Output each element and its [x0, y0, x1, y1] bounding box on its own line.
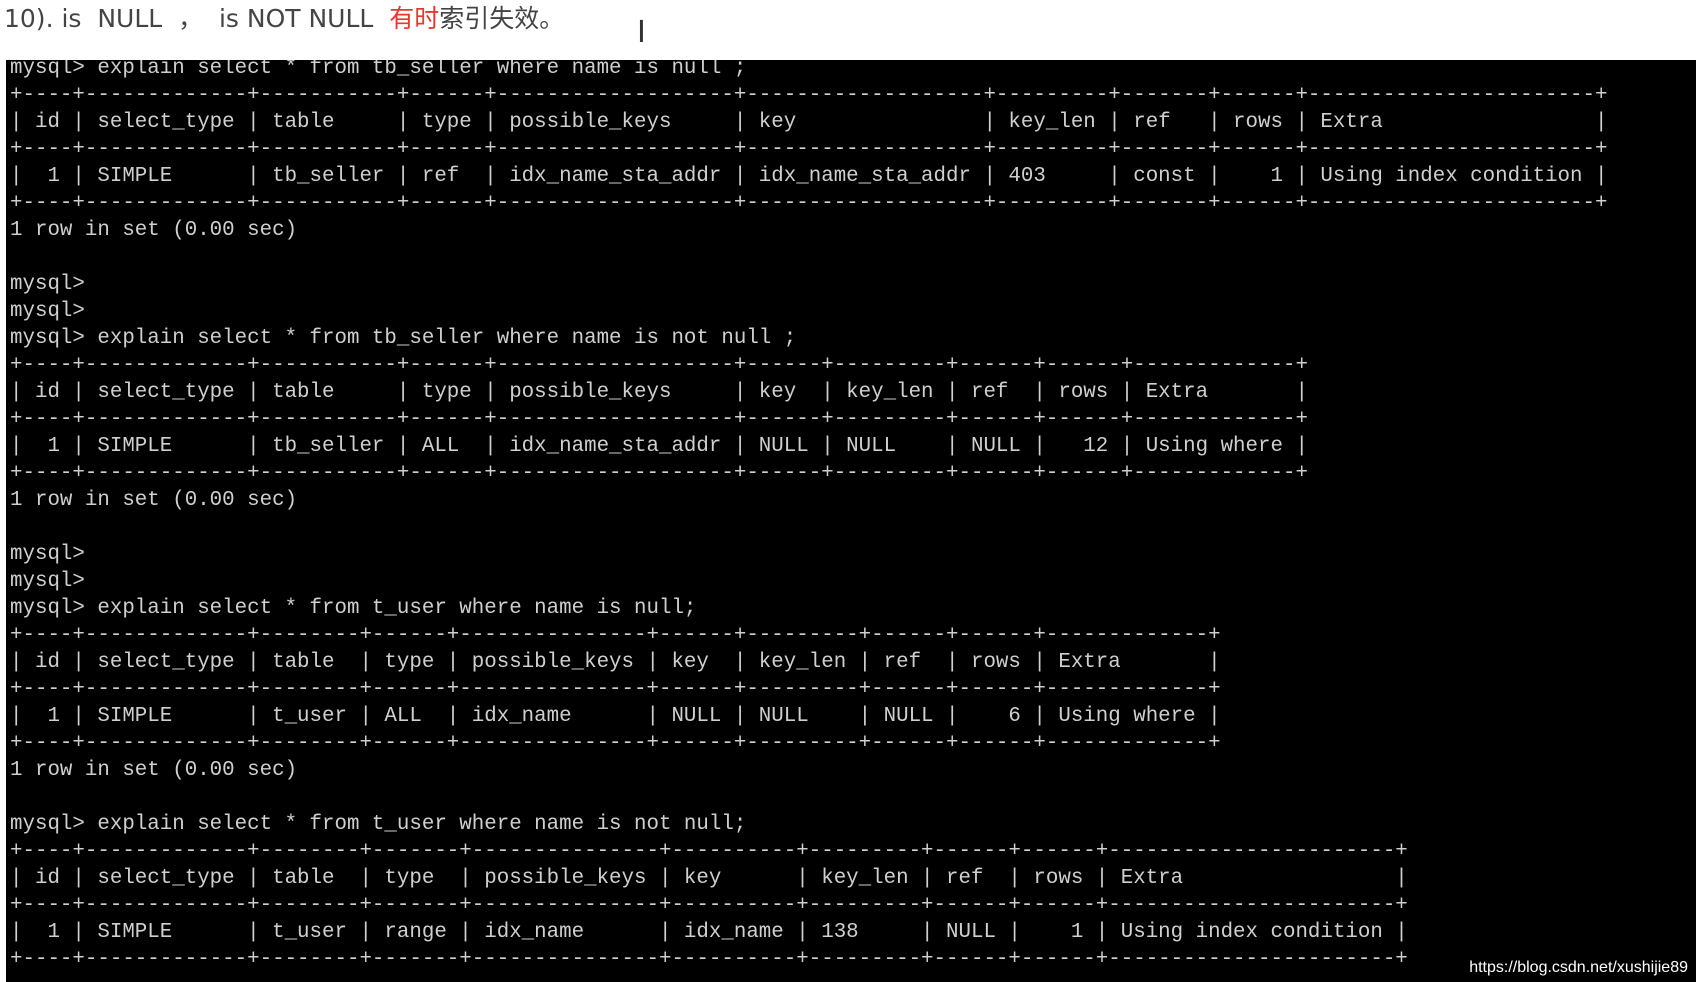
terminal-line: 1 row in set (0.00 sec): [10, 219, 298, 242]
terminal-line: +----+-------------+-----------+------+-…: [10, 192, 1608, 215]
terminal-line: +----+-------------+--------+-------+---…: [10, 840, 1408, 863]
terminal-screenshot: mysql> explain select * from tb_seller w…: [6, 60, 1696, 982]
heading-suffix: 索引失效。: [439, 4, 565, 33]
terminal-line: +----+-------------+--------+-------+---…: [10, 894, 1408, 917]
terminal-line: +----+-------------+--------+------+----…: [10, 732, 1221, 755]
terminal-line: | id | select_type | table | type | poss…: [10, 381, 1308, 404]
terminal-line: 1 row in set (0.00 sec): [10, 489, 298, 512]
text-cursor-icon: I: [637, 15, 646, 50]
terminal-line: | id | select_type | table | type | poss…: [10, 867, 1408, 890]
terminal-line: | 1 | SIMPLE | t_user | range | idx_name…: [10, 921, 1408, 944]
terminal-line: mysql>: [10, 273, 85, 296]
section-heading: 10). is NULL ， is NOT NULL 有时索引失效。: [4, 0, 564, 42]
terminal-line: mysql> explain select * from t_user wher…: [10, 597, 697, 620]
terminal-line: mysql> explain select * from tb_seller w…: [10, 60, 747, 80]
terminal-line: +----+-------------+--------+-------+---…: [10, 948, 1408, 971]
terminal-line: | 1 | SIMPLE | tb_seller | ALL | idx_nam…: [10, 435, 1308, 458]
terminal-line: +----+-------------+--------+------+----…: [10, 678, 1221, 701]
terminal-line: +----+-------------+-----------+------+-…: [10, 408, 1308, 431]
terminal-line: | 1 | SIMPLE | t_user | ALL | idx_name |…: [10, 705, 1221, 728]
terminal-line: 1 row in set (0.00 sec): [10, 759, 298, 782]
terminal-line: | 1 | SIMPLE | tb_seller | ref | idx_nam…: [10, 165, 1608, 188]
terminal-line: +----+-------------+-----------+------+-…: [10, 84, 1608, 107]
terminal-line: | id | select_type | table | type | poss…: [10, 111, 1608, 134]
watermark: https://blog.csdn.net/xushijie89: [1469, 959, 1688, 976]
terminal-line: +----+-------------+-----------+------+-…: [10, 462, 1308, 485]
terminal-line: mysql>: [10, 543, 85, 566]
terminal-line: +----+-------------+-----------+------+-…: [10, 354, 1308, 377]
terminal-line: mysql> explain select * from t_user wher…: [10, 813, 747, 836]
terminal-line: mysql>: [10, 570, 85, 593]
terminal-line: | id | select_type | table | type | poss…: [10, 651, 1221, 674]
terminal-line: +----+-------------+-----------+------+-…: [10, 138, 1608, 161]
heading-prefix: 10). is NULL ， is NOT NULL: [4, 4, 390, 33]
terminal-line: mysql>: [10, 300, 85, 323]
terminal-line: +----+-------------+--------+------+----…: [10, 624, 1221, 647]
terminal-line: mysql> explain select * from tb_seller w…: [10, 327, 797, 350]
heading-highlight: 有时: [389, 4, 440, 33]
